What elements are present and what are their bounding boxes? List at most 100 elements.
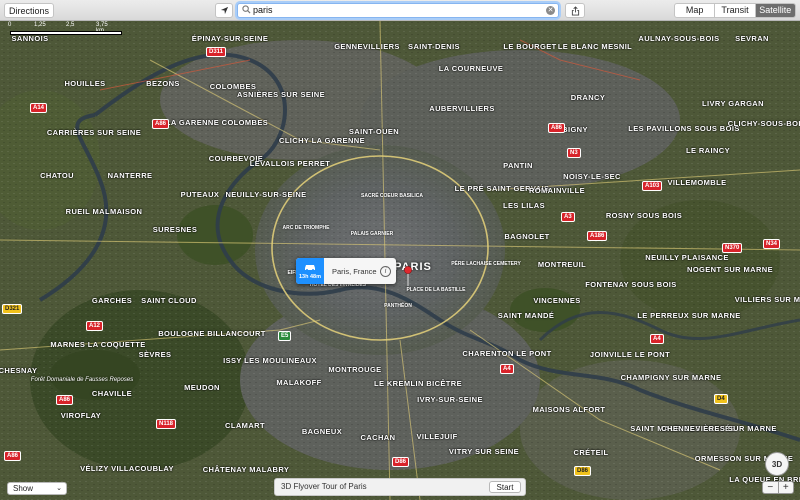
place-label: CHÂTENAY MALABRY	[202, 465, 290, 474]
show-menu-button[interactable]: Show ⌄	[7, 482, 67, 495]
place-label: MARNES LA COQUETTE	[50, 340, 146, 349]
callout-title: Paris, France	[332, 267, 377, 276]
road-shield: N370	[722, 243, 743, 253]
place-label: NEUILLY-SUR-SEINE	[225, 190, 307, 199]
place-label: FONTENAY SOUS BOIS	[585, 280, 677, 289]
place-label: VÉLIZY VILLACOUBLAY	[80, 464, 174, 473]
place-label: LES PAVILLONS SOUS BOIS	[628, 124, 740, 133]
place-label: CHARENTON LE PONT	[462, 349, 552, 358]
place-label: ROSNY SOUS BOIS	[605, 211, 683, 220]
map-type-map[interactable]: Map	[675, 4, 716, 17]
place-label: LEVALLOIS PERRET	[249, 159, 331, 168]
search-icon	[242, 5, 251, 14]
flyover-label: 3D Flyover Tour of Paris	[281, 482, 367, 491]
place-label: SAINT-OUEN	[348, 127, 400, 136]
poi-label: PANTHÉON	[384, 303, 412, 309]
flyover-banner: 3D Flyover Tour of Paris Start	[274, 478, 526, 496]
place-label: LE KREMLIN BICÊTRE	[373, 379, 463, 388]
place-label: SANNOIS	[11, 34, 49, 43]
place-label: BAGNEUX	[301, 427, 343, 436]
road-shield: D321	[2, 304, 23, 314]
road-shield: A3	[561, 212, 575, 222]
share-button[interactable]	[565, 3, 585, 18]
directions-button[interactable]: Directions	[4, 3, 54, 18]
road-shield: D311	[206, 47, 227, 57]
location-pin-icon[interactable]	[404, 266, 412, 286]
zoom-in-button[interactable]: +	[779, 482, 794, 493]
share-icon	[571, 6, 579, 16]
map-type-satellite[interactable]: Satellite	[755, 4, 795, 17]
info-icon[interactable]: i	[380, 266, 391, 277]
place-label: LE BLANC MESNIL	[557, 42, 633, 51]
place-label: SÈVRES	[138, 350, 172, 359]
search-field[interactable]: paris ✕	[237, 3, 559, 18]
place-label: MONTREUIL	[537, 260, 587, 269]
place-label: NOISY-LE-SEC	[563, 172, 621, 181]
road-shield: A4	[650, 334, 664, 344]
place-label: SURESNES	[152, 225, 198, 234]
place-label: PUTEAUX	[180, 190, 220, 199]
road-shield: A4	[500, 364, 514, 374]
place-label: BAGNOLET	[504, 232, 550, 241]
place-label: VIROFLAY	[60, 411, 102, 420]
place-label: CHATOU	[40, 171, 74, 180]
park-label: Forêt Domaniale de Fausses Reposes	[30, 377, 134, 383]
drive-directions-button[interactable]: 13h 48m	[296, 258, 324, 284]
place-label: AULNAY-SOUS-BOIS	[638, 34, 720, 43]
place-label: DRANCY	[570, 93, 606, 102]
place-label: PANTIN	[503, 161, 533, 170]
poi-label: ARC DE TRIOMPHE	[282, 225, 330, 231]
poi-label: PALAIS GARNIER	[350, 231, 394, 237]
place-label: CRÉTEIL	[573, 448, 609, 457]
place-label: CHESNAY	[0, 366, 38, 375]
place-label: VILLIERS SUR MARNE	[734, 295, 800, 304]
road-shield: A103	[642, 181, 663, 191]
car-icon	[305, 265, 315, 271]
place-label: LA GARENNE COLOMBES	[165, 118, 269, 127]
place-label: BOULOGNE BILLANCOURT	[158, 329, 266, 338]
place-label: GARCHES	[91, 296, 133, 305]
road-shield: A86	[548, 123, 566, 133]
3d-toggle-button[interactable]: 3D	[765, 452, 789, 476]
place-label: RUEIL MALMAISON	[65, 207, 143, 216]
place-label: CHAMPIGNY SUR MARNE	[620, 373, 722, 382]
place-label: SAINT CLOUD	[141, 296, 197, 305]
place-label: CHAVILLE	[91, 389, 133, 398]
place-label: LIVRY GARGAN	[702, 99, 764, 108]
zoom-out-button[interactable]: −	[763, 482, 779, 493]
place-label: VILLEJUIF	[416, 432, 458, 441]
clear-search-icon[interactable]: ✕	[546, 6, 555, 15]
place-label: CLICHY LA GARENNE	[279, 136, 365, 145]
place-label: CARRIÈRES SUR SEINE	[46, 128, 142, 137]
road-shield: N3	[567, 148, 581, 158]
search-input[interactable]: paris	[253, 4, 273, 17]
road-shield: A12	[86, 321, 104, 331]
place-label: CACHAN	[360, 433, 396, 442]
place-label: LES LILAS	[503, 201, 545, 210]
place-label: LA COURNEUVE	[438, 64, 504, 73]
place-label: LE BOURGET	[503, 42, 557, 51]
map-type-transit[interactable]: Transit	[715, 4, 756, 17]
place-label: NEUILLY PLAISANCE	[645, 253, 729, 262]
satellite-map[interactable]: 0 1,25 2,5 3,75 km SANNOISGENNEVILLIERSS…	[0, 21, 800, 500]
road-shield: A186	[587, 231, 608, 241]
flyover-start-button[interactable]: Start	[489, 481, 521, 493]
toolbar: Directions paris ✕ Map Transit Satellite	[0, 0, 800, 21]
road-shield: D4	[714, 394, 728, 404]
place-label: ISSY LES MOULINEAUX	[223, 356, 317, 365]
current-location-button[interactable]	[215, 3, 233, 18]
place-label: VITRY SUR SEINE	[448, 447, 520, 456]
location-arrow-icon	[220, 6, 228, 15]
place-label: ASNIÈRES SUR SEINE	[236, 90, 326, 99]
road-shield: A14	[30, 103, 48, 113]
place-label: AUBERVILLIERS	[429, 104, 495, 113]
eta-label: 13h 48m	[298, 274, 321, 280]
poi-label: PLACE DE LA BASTILLE	[406, 287, 466, 293]
place-label: MONTROUGE	[328, 365, 382, 374]
place-callout[interactable]: 13h 48m Paris, France i	[296, 258, 396, 284]
city-label-paris: PARIS	[394, 261, 432, 273]
road-shield: A86	[152, 119, 170, 129]
place-label: GENNEVILLIERS	[334, 42, 400, 51]
zoom-control: − +	[762, 481, 794, 494]
place-label: CLAMART	[225, 421, 265, 430]
